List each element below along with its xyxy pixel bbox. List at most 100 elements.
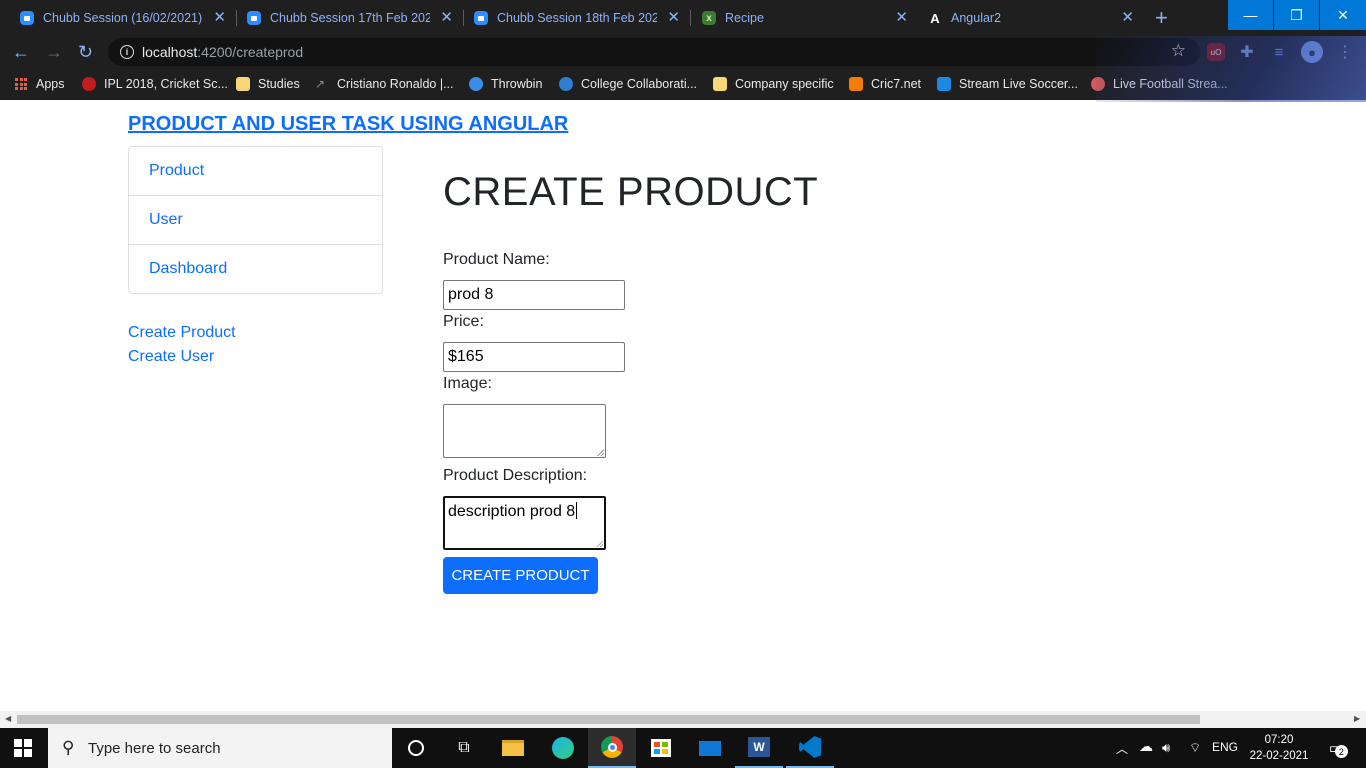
bookmark-throwbin[interactable]: Throwbin [469, 76, 542, 92]
bookmark-ipl[interactable]: IPL 2018, Cricket Sc... [82, 76, 228, 92]
bookmark-label: Studies [258, 77, 300, 91]
onedrive-cloud-icon[interactable]: ☁ [1139, 738, 1153, 755]
ublock-icon[interactable]: uO [1207, 43, 1225, 61]
restore-icon[interactable]: ❐ [1274, 0, 1319, 30]
description-textarea-value: description prod 8 [448, 503, 576, 520]
app-header-link[interactable]: PRODUCT AND USER TASK USING ANGULAR [128, 113, 568, 136]
tab-separator [690, 10, 691, 26]
browser-tab-2[interactable]: Chubb Session 17th Feb 2021 ✕ [247, 0, 463, 36]
bookmark-label: College Collaborati... [581, 77, 698, 91]
bookmark-cric7[interactable]: Cric7.net [849, 76, 921, 92]
globe-icon [559, 77, 573, 91]
create-product-button[interactable]: CREATE PRODUCT [443, 557, 598, 594]
language-indicator[interactable]: ENG [1212, 740, 1238, 754]
browser-tab-3[interactable]: Chubb Session 18th Feb 2021 ✕ [474, 0, 690, 36]
close-tab-icon[interactable]: ✕ [440, 10, 453, 26]
angular-icon: A [930, 10, 940, 26]
bookmark-live-football[interactable]: Live Football Strea... [1091, 76, 1228, 92]
bookmark-college[interactable]: College Collaborati... [559, 76, 697, 92]
close-tab-icon[interactable]: ✕ [213, 10, 226, 26]
browser-tab-active[interactable]: A Angular2 ✕ [918, 0, 1144, 36]
bookmark-star-icon[interactable]: ☆ [1171, 41, 1186, 61]
profile-avatar-icon[interactable]: ● [1301, 41, 1323, 63]
description-textarea[interactable]: description prod 8 [443, 496, 606, 550]
cortana-icon[interactable] [392, 728, 440, 768]
scroll-left-icon[interactable]: ◀ [5, 714, 11, 723]
task-view-icon[interactable]: ⧉ [440, 728, 488, 768]
bookmark-label: Live Football Strea... [1113, 77, 1228, 91]
search-icon: ⚲ [62, 738, 75, 757]
address-bar[interactable]: i localhost:4200/createprod ☆ [108, 38, 1200, 66]
browser-toolbar: ← → ↻ i localhost:4200/createprod ☆ uO ✚… [0, 36, 1366, 68]
browser-tab-4[interactable]: x Recipe ✕ [702, 0, 918, 36]
scrollbar-thumb[interactable] [17, 715, 1200, 724]
url-host: localhost [142, 44, 198, 60]
price-input[interactable]: $165 [443, 342, 625, 372]
site-icon: ↗ [315, 77, 326, 91]
sidebar-item-dashboard[interactable]: Dashboard [128, 244, 383, 294]
page-title: CREATE PRODUCT [443, 170, 819, 214]
resize-grip-icon[interactable] [597, 449, 604, 456]
text-caret [576, 502, 578, 519]
minimize-icon[interactable]: — [1228, 0, 1273, 30]
wifi-icon[interactable]: ⌔ [1189, 740, 1201, 756]
cricket-site-icon [82, 77, 96, 91]
apps-grid-icon [15, 78, 27, 90]
bookmark-label: Throwbin [491, 77, 543, 91]
file-explorer-icon[interactable] [489, 728, 537, 768]
clock-date: 22-02-2021 [1249, 750, 1309, 762]
folder-icon [713, 77, 727, 91]
sidebar-links: Create Product Create User [128, 321, 236, 369]
bookmark-ronaldo[interactable]: ↗ Cristiano Ronaldo |... [315, 76, 454, 92]
bookmark-apps[interactable]: Apps [15, 76, 65, 92]
media-queue-icon[interactable]: ≡ [1270, 43, 1288, 61]
sidebar-item-user[interactable]: User [128, 195, 383, 245]
tray-chevron-icon[interactable]: ︿ [1116, 740, 1128, 757]
bookmark-studies[interactable]: Studies [236, 76, 300, 92]
windows-start-icon[interactable] [14, 739, 32, 757]
close-tab-icon[interactable]: ✕ [1121, 10, 1134, 26]
bookmark-label: IPL 2018, Cricket Sc... [104, 77, 228, 91]
zoom-icon [20, 11, 34, 25]
volume-icon[interactable]: 🔊︎ [1162, 740, 1170, 756]
bookmark-company[interactable]: Company specific [713, 76, 834, 92]
browser-tab-1[interactable]: Chubb Session (16/02/2021) - ✕ [20, 0, 236, 36]
windows-taskbar: ⚲ Type here to search ⧉ W ︿ ☁ 🔊︎ ⌔ ENG 0… [0, 728, 1366, 768]
menu-dots-icon[interactable]: ⋮ [1336, 43, 1354, 61]
scroll-right-icon[interactable]: ▶ [1354, 714, 1360, 723]
bookmarks-bar: Apps IPL 2018, Cricket Sc... Studies ↗ C… [0, 68, 1366, 100]
bookmark-stream-soccer[interactable]: Stream Live Soccer... [937, 76, 1078, 92]
new-tab-icon[interactable]: + [1155, 5, 1168, 31]
store-icon[interactable] [637, 728, 685, 768]
forward-icon[interactable]: → [45, 42, 63, 62]
taskbar-search-box[interactable]: ⚲ Type here to search [48, 728, 392, 768]
info-icon[interactable]: i [120, 45, 134, 59]
chrome-icon[interactable] [588, 728, 636, 768]
image-textarea[interactable] [443, 404, 606, 458]
word-icon[interactable]: W [735, 728, 783, 768]
extensions-puzzle-icon[interactable]: ✚ [1238, 43, 1256, 61]
tab-title: Chubb Session 17th Feb 2021 [270, 11, 430, 25]
product-name-label: Product Name: [443, 251, 550, 268]
close-tab-icon[interactable]: ✕ [667, 10, 680, 26]
edge-icon[interactable] [539, 728, 587, 768]
product-name-input[interactable]: prod 8 [443, 280, 625, 310]
vscode-icon[interactable] [786, 728, 834, 768]
horizontal-scrollbar[interactable]: ◀ ▶ [0, 711, 1366, 728]
zoom-icon [474, 11, 488, 25]
system-clock[interactable]: 07:20 22-02-2021 [1244, 732, 1314, 764]
resize-grip-icon[interactable] [596, 540, 603, 547]
mail-icon[interactable] [686, 728, 734, 768]
spreadsheet-icon: x [702, 11, 716, 25]
back-icon[interactable]: ← [12, 42, 30, 62]
close-tab-icon[interactable]: ✕ [895, 10, 908, 26]
bookmark-label: Stream Live Soccer... [959, 77, 1078, 91]
sidebar-item-product[interactable]: Product [128, 146, 383, 196]
close-window-icon[interactable]: ✕ [1320, 0, 1366, 30]
create-user-link[interactable]: Create User [128, 345, 236, 369]
notifications-icon[interactable]: ▭2 [1316, 728, 1356, 768]
bookmark-label: Apps [36, 77, 65, 91]
blogger-icon [849, 77, 863, 91]
create-product-link[interactable]: Create Product [128, 321, 236, 345]
reload-icon[interactable]: ↻ [78, 42, 93, 62]
